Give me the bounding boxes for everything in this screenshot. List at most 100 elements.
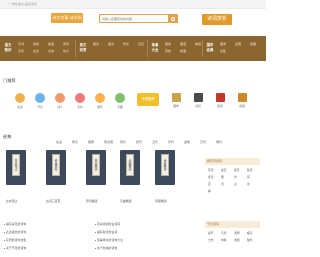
sidebar-tag[interactable]: 除夕 <box>247 238 253 242</box>
book-cover[interactable]: 资治通鉴 <box>46 150 66 185</box>
nav-link[interactable]: 诗词 <box>63 42 69 46</box>
article-link[interactable]: 有关离别的古诗词 <box>95 222 120 226</box>
article-link[interactable]: 关于友情的诗句 <box>95 246 117 250</box>
dynasty-tab[interactable]: 两汉 <box>72 140 78 144</box>
sidebar-tag[interactable]: 月 <box>221 182 224 186</box>
recommend-item[interactable]: 字典 <box>114 93 126 109</box>
book-caption[interactable]: 诗经精选 <box>155 199 167 203</box>
nav-link[interactable]: 拼音 <box>33 42 39 46</box>
dynasty-tab[interactable]: 南北朝 <box>104 140 113 144</box>
nav-link[interactable]: 句子 <box>63 49 69 53</box>
nav-link[interactable]: 成语 <box>48 42 54 46</box>
recommend-item[interactable]: 朝代 <box>94 93 106 109</box>
sidebar-tag[interactable]: 春节 <box>208 231 214 235</box>
article-link[interactable]: 写景的诗句合集 <box>4 238 26 242</box>
nav-link[interactable]: 汉字 <box>18 49 24 53</box>
recommend-item[interactable]: 诗人 <box>54 93 66 109</box>
search-input[interactable] <box>100 15 169 22</box>
sidebar-tag[interactable]: 写景 <box>208 168 214 172</box>
recommend-item[interactable]: 节日 <box>34 93 46 109</box>
sidebar-tag[interactable]: 山 <box>234 182 237 186</box>
article-link[interactable]: 关于节日的诗句 <box>4 246 26 250</box>
book-caption[interactable]: 古文观止 <box>6 199 18 203</box>
nav-link[interactable]: 散文 <box>93 42 99 46</box>
sidebar-tag[interactable]: 冬天 <box>208 175 214 179</box>
sidebar-tag[interactable]: 花 <box>208 182 211 186</box>
nav-link[interactable]: 神话 <box>195 42 201 46</box>
sidebar-tag[interactable]: 雪 <box>234 175 237 179</box>
dynasty-tabs: 先秦 两汉 魏晋 南北朝 隋代 唐代 五代 宋代 金朝 元代 明代 <box>0 140 266 148</box>
article-link-text: 关于节日的诗句 <box>6 246 27 250</box>
brand-badge[interactable]: 诗词赏析 <box>202 14 232 25</box>
sidebar-tag[interactable]: 水 <box>247 182 250 186</box>
sidebar-tag[interactable]: 元宵 <box>221 231 227 235</box>
book-cover[interactable]: 元曲精选 <box>120 150 140 185</box>
article-link[interactable]: 赞美母亲的诗句大全 <box>95 238 123 242</box>
nav-link[interactable]: 文言 <box>48 49 54 53</box>
nav-link[interactable]: 历史 <box>165 49 171 53</box>
sidebar-tag[interactable]: 清明 <box>234 231 240 235</box>
dynasty-tab[interactable]: 金朝 <box>184 140 190 144</box>
recommend-label: 名句 <box>77 105 83 109</box>
book-cover[interactable]: 宋词精选 <box>86 150 106 185</box>
book-caption[interactable]: 宋词精选 <box>86 199 98 203</box>
dynasty-tab[interactable]: 唐代 <box>136 140 142 144</box>
dynasty-tab[interactable]: 魏晋 <box>88 140 94 144</box>
sidebar-tag[interactable]: 雨 <box>221 175 224 179</box>
recommend-right-item[interactable]: 国学 <box>170 93 182 108</box>
nav-link[interactable]: 古文 <box>33 49 39 53</box>
article-link[interactable]: 描写春天的诗句 <box>4 222 26 226</box>
nav-link[interactable]: 美文 <box>108 42 114 46</box>
dynasty-tab[interactable]: 元代 <box>200 140 206 144</box>
sidebar-tag[interactable]: 春天 <box>221 168 227 172</box>
nav-group-label[interactable]: 国学 经典 <box>205 43 215 53</box>
nav-group-label[interactable]: 故事 大全 <box>150 43 160 53</box>
sidebar-tag[interactable]: 秋天 <box>247 168 253 172</box>
top-bar: 一 学在语文,品鉴诗文 <box>0 0 266 9</box>
nav-link[interactable]: 童话 <box>180 42 186 46</box>
sidebar-tag[interactable]: 柳 <box>208 189 211 193</box>
dynasty-tab[interactable]: 隋代 <box>120 140 126 144</box>
recommend-item[interactable]: 古诗 <box>14 93 26 109</box>
recommend-right-label: 组词 <box>217 104 223 108</box>
nav-separator <box>147 40 148 57</box>
book-caption[interactable]: 古诗三百首 <box>46 199 60 203</box>
sidebar-tag[interactable]: 重阳 <box>234 238 240 242</box>
recommend-banner[interactable]: 专题推荐 <box>137 93 159 106</box>
nav-link[interactable]: 日记 <box>138 42 144 46</box>
sidebar-tag[interactable]: 七夕 <box>208 238 214 242</box>
book-cover[interactable]: 诗经精选 <box>155 150 175 185</box>
main-nav: 语文 知识 字词 拼音 成语 诗词 汉字 古文 文言 句子 美文 欣赏 散文 美文 作文 日记 故事 大全寓… <box>0 36 266 61</box>
nav-link[interactable]: 经典 <box>250 42 256 46</box>
article-link[interactable]: 描写秋天的古诗 <box>95 230 117 234</box>
dynasty-tab[interactable]: 宋代 <box>168 140 174 144</box>
nav-group-label[interactable]: 语文 知识 <box>3 43 13 53</box>
nav-link[interactable]: 字词 <box>18 42 24 46</box>
sidebar-tag[interactable]: 风 <box>247 175 250 179</box>
recommend-icon <box>115 93 125 103</box>
search-box <box>99 14 178 23</box>
dynasty-tab[interactable]: 明代 <box>216 140 222 144</box>
book-caption[interactable]: 元曲精选 <box>120 199 132 203</box>
nav-group-label[interactable]: 美文 欣赏 <box>78 43 88 53</box>
nav-link[interactable]: 名著 <box>235 42 241 46</box>
site-logo[interactable]: 诗文名著·诗文网 <box>51 13 83 23</box>
nav-link[interactable]: 成语 <box>180 49 186 53</box>
article-link[interactable]: 表达思念的诗句 <box>4 230 26 234</box>
nav-link[interactable]: 国学 <box>220 42 226 46</box>
recommend-right-item[interactable]: 诗词 <box>192 93 204 108</box>
sidebar-tag[interactable]: 夏天 <box>234 168 240 172</box>
recommend-right-item[interactable]: 成语 <box>236 93 248 108</box>
recommend-item[interactable]: 名句 <box>74 93 86 109</box>
book-cover[interactable]: 古文观止 <box>6 150 26 185</box>
recommend-right-item[interactable]: 组词 <box>214 93 226 108</box>
nav-link[interactable]: 寓言 <box>165 42 171 46</box>
dynasty-tab[interactable]: 先秦 <box>56 140 62 144</box>
sidebar-tag[interactable]: 中秋 <box>221 238 227 242</box>
search-button[interactable] <box>168 15 177 22</box>
recommend-icon <box>75 93 85 103</box>
dynasty-tab[interactable]: 五代 <box>152 140 158 144</box>
sidebar-tag[interactable]: 端午 <box>247 231 253 235</box>
nav-link[interactable]: 全集 <box>220 49 226 53</box>
nav-link[interactable]: 作文 <box>123 42 129 46</box>
